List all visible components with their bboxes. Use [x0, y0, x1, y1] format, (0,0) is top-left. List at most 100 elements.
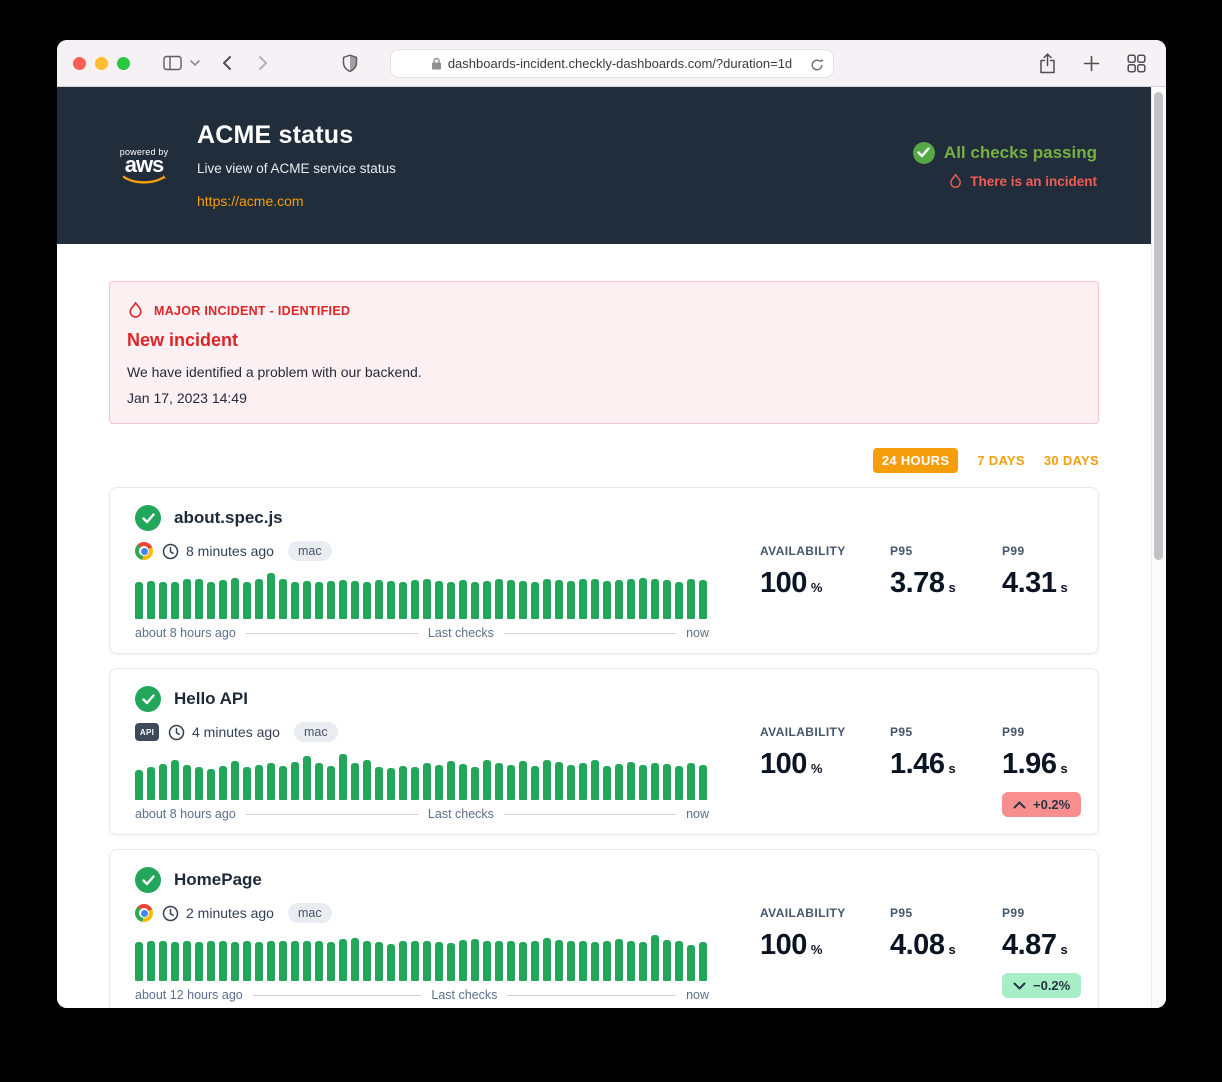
uptime-bar — [495, 763, 503, 800]
uptime-bar — [399, 582, 407, 619]
customer-site-link[interactable]: https://acme.com — [197, 193, 304, 209]
uptime-bar — [639, 942, 647, 981]
uptime-bar — [627, 762, 635, 800]
uptime-bar — [675, 941, 683, 981]
page-title: ACME status — [197, 121, 396, 150]
p95-label: P95 — [890, 725, 1002, 739]
check-circle-icon — [913, 142, 935, 164]
uptime-bar — [303, 756, 311, 800]
uptime-bar — [615, 764, 623, 800]
aws-logo: powered by aws — [118, 147, 170, 185]
back-button[interactable] — [222, 55, 232, 71]
tab-24-hours[interactable]: 24 HOURS — [873, 448, 958, 473]
uptime-bar — [483, 760, 491, 800]
uptime-bar — [447, 943, 455, 981]
uptime-bar — [303, 581, 311, 619]
uptime-bar — [555, 940, 563, 981]
url-text: dashboards-incident.checkly-dashboards.c… — [448, 56, 792, 71]
p95-value: 1.46s — [890, 748, 1002, 781]
uptime-bar — [219, 580, 227, 619]
uptime-bar — [687, 763, 695, 800]
close-window-button[interactable] — [73, 57, 86, 70]
axis-line — [507, 995, 676, 996]
share-button[interactable] — [1039, 53, 1056, 74]
uptime-bar — [495, 941, 503, 981]
forward-button[interactable] — [258, 55, 268, 71]
aws-logo-brand: aws — [118, 157, 170, 173]
p99-value: 1.96s — [1002, 748, 1081, 781]
uptime-bar — [579, 579, 587, 619]
incident-banner: MAJOR INCIDENT - IDENTIFIED New incident… — [109, 281, 1099, 424]
uptime-bar — [651, 935, 659, 981]
uptime-bar — [531, 766, 539, 800]
uptime-bar — [279, 579, 287, 619]
new-tab-button[interactable] — [1083, 55, 1100, 72]
uptime-bar — [543, 579, 551, 619]
uptime-bar — [171, 760, 179, 800]
uptime-bar — [471, 939, 479, 981]
availability-label: AVAILABILITY — [760, 725, 890, 739]
uptime-bar — [615, 580, 623, 619]
availability-label: AVAILABILITY — [760, 906, 890, 920]
uptime-bar — [651, 579, 659, 619]
uptime-bar — [567, 581, 575, 619]
axis-mid-label: Last checks — [431, 988, 497, 1002]
address-bar[interactable]: dashboards-incident.checkly-dashboards.c… — [390, 49, 834, 78]
uptime-bar — [591, 942, 599, 981]
uptime-bar — [567, 765, 575, 800]
uptime-bar — [447, 582, 455, 619]
desktop: dashboards-incident.checkly-dashboards.c… — [0, 0, 1222, 1082]
uptime-bar — [147, 767, 155, 800]
tab-7-days[interactable]: 7 DAYS — [977, 453, 1025, 468]
page-subtitle: Live view of ACME service status — [197, 161, 396, 176]
check-card[interactable]: Hello API API 4 minutes ago mac about 8 … — [109, 668, 1099, 835]
uptime-bar — [459, 580, 467, 619]
tab-overview-button[interactable] — [1127, 54, 1146, 73]
dashboard-header: powered by aws ACME status Live view of … — [57, 87, 1151, 244]
uptime-bar — [231, 942, 239, 981]
check-card[interactable]: HomePage API 2 minutes ago mac about 12 … — [109, 849, 1099, 1008]
location-badge: mac — [294, 722, 338, 742]
uptime-bar — [387, 581, 395, 619]
reload-button[interactable] — [810, 57, 824, 72]
uptime-bar — [135, 770, 143, 800]
sidebar-menu-chevron-icon[interactable] — [190, 60, 200, 66]
uptime-bar — [315, 941, 323, 981]
uptime-bar — [519, 581, 527, 619]
uptime-bar — [399, 941, 407, 981]
zoom-window-button[interactable] — [117, 57, 130, 70]
uptime-bar — [255, 942, 263, 981]
p99-value: 4.31s — [1002, 567, 1068, 600]
check-card[interactable]: about.spec.js API 8 minutes ago mac abou… — [109, 487, 1099, 654]
scrollbar-thumb[interactable] — [1154, 92, 1163, 560]
tab-30-days[interactable]: 30 DAYS — [1044, 453, 1099, 468]
p99-label: P99 — [1002, 544, 1068, 558]
minimize-window-button[interactable] — [95, 57, 108, 70]
uptime-bar — [579, 941, 587, 981]
uptime-bar — [507, 580, 515, 619]
p99-value: 4.87s — [1002, 929, 1081, 962]
uptime-bar — [411, 767, 419, 800]
location-badge: mac — [288, 903, 332, 923]
sidebar-toggle-button[interactable] — [163, 55, 182, 71]
p95-label: P95 — [890, 544, 1002, 558]
uptime-bar — [423, 941, 431, 981]
incident-description: We have identified a problem with our ba… — [127, 364, 1081, 380]
axis-line — [246, 814, 418, 815]
uptime-bar — [279, 766, 287, 800]
axis-start-label: about 8 hours ago — [135, 626, 236, 640]
uptime-bar — [291, 582, 299, 619]
uptime-bar — [363, 582, 371, 619]
incident-status-link[interactable]: There is an incident — [913, 173, 1097, 190]
uptime-bar — [207, 769, 215, 800]
uptime-bar — [195, 942, 203, 981]
uptime-bar — [135, 942, 143, 981]
uptime-bar — [639, 765, 647, 800]
uptime-bar — [243, 767, 251, 800]
uptime-bar — [555, 762, 563, 800]
privacy-shield-icon[interactable] — [342, 54, 358, 73]
uptime-chart — [135, 935, 709, 981]
clock-icon — [168, 724, 185, 741]
uptime-bar — [663, 580, 671, 619]
uptime-bar — [651, 763, 659, 800]
